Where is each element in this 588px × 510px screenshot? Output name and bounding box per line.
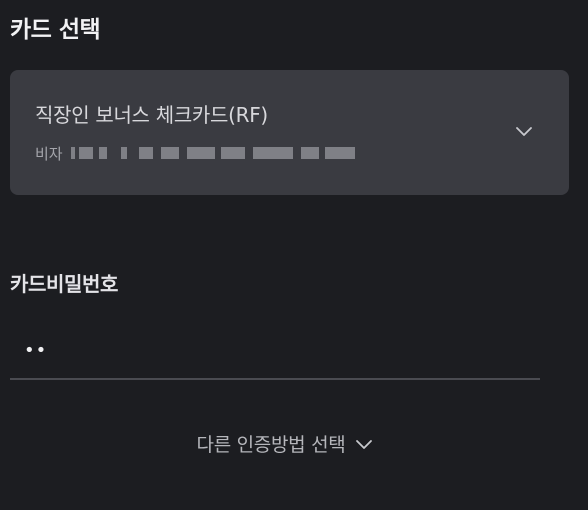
card-brand: 비자	[35, 144, 63, 163]
card-select-dropdown[interactable]: 직장인 보너스 체크카드(RF) 비자	[10, 70, 569, 195]
card-name: 직장인 보너스 체크카드(RF)	[35, 103, 268, 127]
page-title: 카드 선택	[10, 17, 101, 43]
password-field[interactable]: ••	[10, 322, 540, 380]
password-masked-value: ••	[24, 340, 48, 361]
chevron-down-icon	[516, 127, 532, 136]
chevron-down-icon	[356, 439, 373, 449]
alt-auth-label: 다른 인증방법 선택	[196, 434, 346, 456]
card-number-row: 비자	[35, 143, 359, 163]
alt-auth-button[interactable]: 다른 인증방법 선택	[0, 430, 570, 457]
card-payment-page: 카드 선택 직장인 보너스 체크카드(RF) 비자 카드비밀번호 •• 다른 인…	[0, 0, 588, 510]
card-number-obscured	[69, 145, 359, 161]
password-label: 카드비밀번호	[10, 272, 118, 296]
